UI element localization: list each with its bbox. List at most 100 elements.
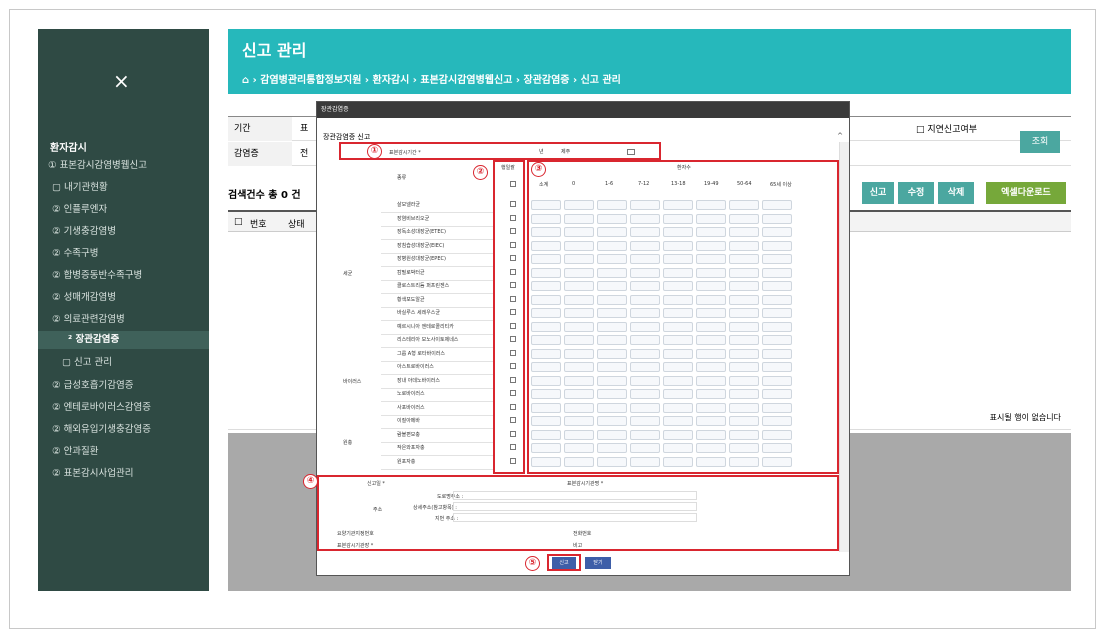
modal-scrollbar[interactable] <box>839 142 849 552</box>
count-input[interactable] <box>597 281 627 291</box>
count-input[interactable] <box>564 429 594 440</box>
sidebar-item-imported-parasite[interactable]: ② 해외유입기생충감염증 <box>52 421 151 435</box>
row-checkbox[interactable] <box>510 336 516 342</box>
count-input[interactable] <box>729 254 759 264</box>
count-input[interactable] <box>564 416 594 426</box>
count-input[interactable] <box>729 443 759 453</box>
count-input[interactable] <box>630 254 660 264</box>
count-input[interactable] <box>762 348 792 359</box>
row-checkbox[interactable] <box>510 241 516 248</box>
count-input[interactable] <box>729 267 759 278</box>
disease-select[interactable]: 전 <box>300 142 308 166</box>
row-checkbox[interactable] <box>510 214 516 221</box>
count-input[interactable] <box>696 321 726 332</box>
search-button[interactable]: 조회 <box>1020 131 1060 153</box>
count-input[interactable] <box>729 429 759 440</box>
count-input[interactable] <box>564 389 594 399</box>
row-checkbox[interactable] <box>510 457 516 464</box>
count-input[interactable] <box>762 416 792 426</box>
close-icon[interactable]: × <box>113 69 130 93</box>
count-input[interactable] <box>663 213 693 224</box>
count-input[interactable] <box>696 456 726 467</box>
count-input[interactable] <box>597 375 627 386</box>
count-input[interactable] <box>696 443 726 453</box>
count-input[interactable] <box>531 456 561 467</box>
sidebar-item-respiratory[interactable]: ② 급성호흡기감염증 <box>52 377 133 391</box>
count-input[interactable] <box>663 456 693 467</box>
count-input[interactable] <box>762 389 792 399</box>
count-input[interactable] <box>564 254 594 264</box>
count-input[interactable] <box>630 362 660 372</box>
count-input[interactable] <box>663 348 693 359</box>
row-checkbox[interactable] <box>510 430 516 437</box>
count-input[interactable] <box>729 227 759 237</box>
row-checkbox[interactable] <box>510 228 516 234</box>
count-input[interactable] <box>696 227 726 237</box>
count-input[interactable] <box>762 254 792 264</box>
row-checkbox[interactable] <box>510 268 516 275</box>
row-checkbox[interactable] <box>510 390 516 396</box>
count-input[interactable] <box>729 348 759 359</box>
count-input[interactable] <box>630 267 660 278</box>
sidebar-item-report-manage[interactable]: ▢ 신고 관리 <box>62 354 112 368</box>
count-input[interactable] <box>762 321 792 332</box>
close-modal-button[interactable]: 닫기 <box>585 557 611 569</box>
count-input[interactable] <box>729 375 759 386</box>
count-input[interactable] <box>630 281 660 291</box>
count-input[interactable] <box>531 308 561 318</box>
count-input[interactable] <box>762 443 792 453</box>
count-input[interactable] <box>531 389 561 399</box>
count-input[interactable] <box>597 335 627 345</box>
count-input[interactable] <box>663 294 693 305</box>
count-input[interactable] <box>531 227 561 237</box>
count-input[interactable] <box>630 308 660 318</box>
count-input[interactable] <box>564 227 594 237</box>
count-input[interactable] <box>630 416 660 426</box>
count-input[interactable] <box>564 335 594 345</box>
count-input[interactable] <box>597 362 627 372</box>
count-input[interactable] <box>696 335 726 345</box>
count-input[interactable] <box>663 416 693 426</box>
count-input[interactable] <box>729 294 759 305</box>
count-input[interactable] <box>729 402 759 413</box>
count-input[interactable] <box>630 321 660 332</box>
count-input[interactable] <box>729 240 759 251</box>
road-address-input[interactable] <box>453 491 697 500</box>
row-checkbox[interactable] <box>510 201 516 207</box>
count-input[interactable] <box>564 213 594 224</box>
count-input[interactable] <box>564 456 594 467</box>
sidebar-item-hfmd-complication[interactable]: ② 합병증동반수족구병 <box>52 267 142 281</box>
count-input[interactable] <box>663 281 693 291</box>
sidebar-item-healthcare-infection[interactable]: ② 의료관련감염병 <box>52 311 125 325</box>
count-input[interactable] <box>564 294 594 305</box>
count-input[interactable] <box>762 429 792 440</box>
count-input[interactable] <box>597 443 627 453</box>
sidebar-item-enteric[interactable]: ² 장관감염증 <box>38 331 209 349</box>
count-input[interactable] <box>762 456 792 467</box>
count-input[interactable] <box>564 200 594 210</box>
count-input[interactable] <box>729 321 759 332</box>
count-input[interactable] <box>696 240 726 251</box>
col-status[interactable]: 상태 <box>288 217 305 230</box>
count-input[interactable] <box>630 227 660 237</box>
row-checkbox[interactable] <box>510 349 516 356</box>
count-input[interactable] <box>663 389 693 399</box>
row-checkbox[interactable] <box>510 295 516 302</box>
row-checkbox[interactable] <box>510 444 516 450</box>
sidebar-item-influenza[interactable]: ② 인플루엔자 <box>52 201 107 215</box>
count-input[interactable] <box>663 335 693 345</box>
count-input[interactable] <box>597 389 627 399</box>
count-input[interactable] <box>696 389 726 399</box>
count-input[interactable] <box>531 321 561 332</box>
row-checkbox[interactable] <box>510 282 516 288</box>
count-input[interactable] <box>762 213 792 224</box>
count-input[interactable] <box>729 200 759 210</box>
count-input[interactable] <box>531 335 561 345</box>
count-input[interactable] <box>696 402 726 413</box>
count-input[interactable] <box>531 443 561 453</box>
count-input[interactable] <box>762 200 792 210</box>
sidebar-item-eye-disease[interactable]: ② 안과질환 <box>52 443 99 457</box>
count-input[interactable] <box>762 294 792 305</box>
sidebar-item-sample-project[interactable]: ② 표본감시사업관리 <box>52 465 133 479</box>
count-input[interactable] <box>564 240 594 251</box>
